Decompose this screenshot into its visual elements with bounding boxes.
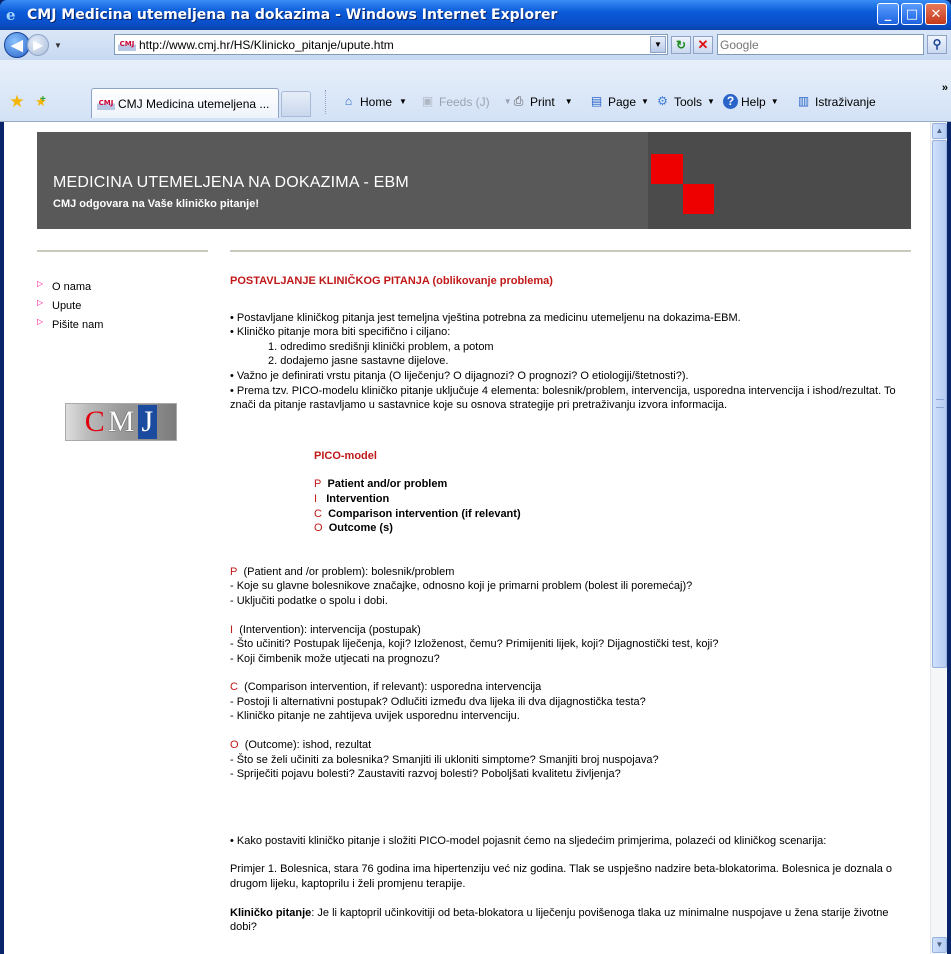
home-button[interactable]: ⌂ Home ▼ bbox=[340, 94, 407, 109]
chevron-down-icon[interactable]: ▼ bbox=[771, 97, 779, 106]
pico-list: P Patient and/or problem I Intervention … bbox=[230, 477, 914, 535]
intro-subitem: 2. dodajemo jasne sastavne dijelove. bbox=[268, 355, 449, 368]
cmj-logo[interactable]: C M J bbox=[65, 403, 177, 441]
scroll-up-button[interactable]: ▲ bbox=[932, 123, 947, 139]
page-viewport[interactable]: MEDICINA UTEMELJENA NA DOKAZIMA - EBM CM… bbox=[4, 122, 947, 954]
grip-icon bbox=[936, 399, 944, 408]
url-input[interactable] bbox=[139, 35, 650, 54]
sidebar-item-pisite-nam[interactable]: ▷ Pišite nam bbox=[37, 315, 103, 334]
chevron-down-icon[interactable]: ▼ bbox=[641, 97, 649, 106]
tools-menu[interactable]: ⚙ Tools ▼ bbox=[654, 94, 715, 109]
gear-icon: ⚙ bbox=[657, 94, 668, 108]
site-banner: MEDICINA UTEMELJENA NA DOKAZIMA - EBM CM… bbox=[37, 132, 911, 229]
banner-subtitle: CMJ odgovara na Vaše kliničko pitanje! bbox=[53, 198, 260, 210]
ie-logo-icon: e bbox=[6, 6, 16, 24]
page-heading: POSTAVLJANJE KLINIČKOG PITANJA (oblikova… bbox=[230, 275, 553, 287]
minimize-button[interactable]: _ bbox=[877, 3, 899, 25]
address-dropdown[interactable]: ▼ bbox=[650, 36, 666, 53]
feeds-button[interactable]: ▣ Feeds (J) ▼ bbox=[419, 94, 512, 109]
pico-item: C Comparison intervention (if relevant) bbox=[314, 507, 521, 520]
window-controls: _ □ ✕ bbox=[877, 3, 947, 25]
tab-command-bar: ★ ★ + CMJ CMJ Medicina utemeljena ... ⌂ H… bbox=[0, 60, 951, 122]
example-intro: • Kako postaviti kliničko pitanje i slož… bbox=[230, 834, 827, 847]
chevron-down-icon[interactable]: ▼ bbox=[707, 97, 715, 106]
sidebar-item-label[interactable]: Upute bbox=[52, 300, 81, 312]
site-favicon-icon: CMJ bbox=[118, 38, 136, 51]
banner-red-square-bottom bbox=[683, 184, 714, 214]
intro-line: • Kliničko pitanje mora biti specifično … bbox=[230, 326, 451, 339]
intro-line: • Prema tzv. PICO-modelu kliničko pitanj… bbox=[230, 384, 896, 412]
pico-item: I Intervention bbox=[314, 492, 390, 505]
search-box[interactable] bbox=[717, 34, 924, 55]
tab-cmj[interactable]: CMJ CMJ Medicina utemeljena ... bbox=[91, 88, 279, 118]
vertical-scrollbar[interactable]: ▲ ▼ bbox=[930, 122, 947, 954]
research-button[interactable]: ▥ Istraživanje bbox=[795, 94, 876, 109]
add-favorites-icon[interactable]: ★ + bbox=[32, 93, 50, 111]
maximize-button[interactable]: □ bbox=[901, 3, 923, 25]
help-menu[interactable]: ? Help ▼ bbox=[723, 94, 779, 109]
sidebar-item-label[interactable]: O nama bbox=[52, 281, 91, 293]
printer-icon: ⎙ bbox=[513, 94, 524, 108]
pico-title: PICO-model bbox=[314, 449, 377, 462]
sidebar-item-label[interactable]: Pišite nam bbox=[52, 319, 103, 331]
stop-button[interactable]: ✕ bbox=[693, 36, 713, 54]
search-button[interactable]: ⚲ bbox=[927, 35, 947, 54]
clinical-question: Kliničko pitanje: Je li kaptopril učinko… bbox=[230, 906, 889, 934]
tab-favicon-icon: CMJ bbox=[97, 97, 115, 110]
ie-window: e CMJ Medicina utemeljena na dokazima - … bbox=[0, 0, 951, 954]
tab-label: CMJ Medicina utemeljena ... bbox=[118, 96, 270, 111]
window-title: CMJ Medicina utemeljena na dokazima - Wi… bbox=[27, 7, 558, 23]
scroll-thumb[interactable] bbox=[932, 140, 947, 668]
web-page: MEDICINA UTEMELJENA NA DOKAZIMA - EBM CM… bbox=[4, 122, 930, 954]
content-divider bbox=[230, 250, 911, 252]
page-icon: ▤ bbox=[590, 94, 603, 108]
pico-section-o: O (Outcome): ishod, rezultat - Što se že… bbox=[230, 739, 659, 781]
new-tab-button[interactable] bbox=[281, 91, 311, 117]
banner-title: MEDICINA UTEMELJENA NA DOKAZIMA - EBM bbox=[53, 174, 409, 191]
address-bar[interactable]: CMJ ▼ bbox=[114, 34, 668, 55]
banner-red-square-top bbox=[651, 154, 683, 184]
sidebar-divider bbox=[37, 250, 208, 252]
intro-line: • Postavljane kliničkog pitanja jest tem… bbox=[230, 311, 741, 324]
pico-section-i: I (Intervention): intervencija (postupak… bbox=[230, 623, 719, 665]
intro-subitem: 1. odredimo središnji klinički problem, … bbox=[268, 340, 494, 353]
close-button[interactable]: ✕ bbox=[925, 3, 947, 25]
chevron-down-icon[interactable]: ▼ bbox=[399, 97, 407, 106]
forward-button[interactable]: ▶ bbox=[27, 34, 49, 56]
pico-item: P Patient and/or problem bbox=[314, 478, 448, 491]
example-1: Primjer 1. Bolesnica, stara 76 godina im… bbox=[230, 863, 892, 891]
pico-section-c: C (Comparison intervention, if relevant)… bbox=[230, 681, 646, 723]
sidebar-item-upute[interactable]: ▷ Upute bbox=[37, 296, 103, 315]
intro-line: • Važno je definirati vrstu pitanja (O l… bbox=[230, 369, 689, 382]
title-bar[interactable]: e CMJ Medicina utemeljena na dokazima - … bbox=[0, 0, 951, 30]
sidebar-nav: ▷ O nama ▷ Upute ▷ Pišite nam bbox=[37, 277, 103, 334]
favorites-star-icon[interactable]: ★ bbox=[8, 93, 26, 111]
sidebar-item-o-nama[interactable]: ▷ O nama bbox=[37, 277, 103, 296]
refresh-button[interactable]: ↻ bbox=[671, 36, 691, 54]
scroll-down-button[interactable]: ▼ bbox=[932, 937, 947, 953]
more-commands-icon[interactable]: » bbox=[942, 82, 948, 94]
bullet-triangle-icon: ▷ bbox=[37, 279, 44, 288]
help-icon: ? bbox=[723, 94, 738, 109]
address-toolbar: ◀ ▶ ▼ CMJ ▼ ↻ ✕ ⚲ bbox=[0, 30, 951, 60]
bullet-triangle-icon: ▷ bbox=[37, 298, 44, 307]
main-content: POSTAVLJANJE KLINIČKOG PITANJA (oblikova… bbox=[230, 274, 914, 935]
pico-section-p: P (Patient and /or problem): bolesnik/pr… bbox=[230, 565, 693, 607]
bullet-triangle-icon: ▷ bbox=[37, 317, 44, 326]
toolbar-separator bbox=[325, 90, 327, 114]
pico-item: O Outcome (s) bbox=[314, 522, 393, 535]
print-button[interactable]: ⎙ Print ▼ bbox=[510, 94, 573, 109]
recent-pages-dropdown[interactable]: ▼ bbox=[51, 41, 65, 50]
feeds-icon: ▣ bbox=[421, 94, 434, 108]
banner-dark-panel bbox=[648, 132, 911, 229]
research-icon: ▥ bbox=[797, 94, 810, 108]
search-input[interactable] bbox=[718, 37, 923, 52]
home-icon: ⌂ bbox=[344, 94, 353, 108]
chevron-down-icon[interactable]: ▼ bbox=[565, 97, 573, 106]
page-menu[interactable]: ▤ Page ▼ bbox=[588, 94, 649, 109]
